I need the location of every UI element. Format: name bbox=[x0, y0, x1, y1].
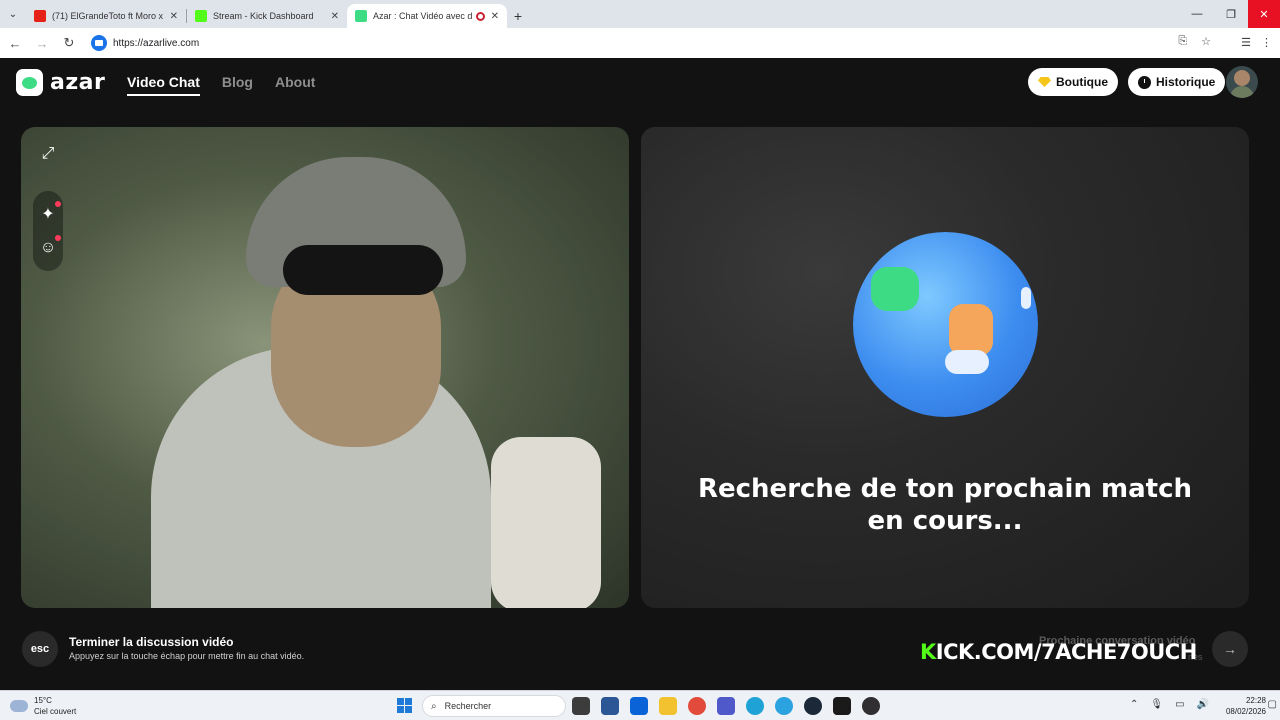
weather-widget[interactable]: 15°C Ciel couvert bbox=[10, 695, 76, 717]
azar-logo-icon bbox=[16, 69, 43, 96]
file-explorer-icon[interactable] bbox=[659, 697, 677, 715]
face-filter-icon[interactable]: ☺ bbox=[33, 233, 63, 263]
stream-overlay-text: KICK.COM/7ACHE7OUCH bbox=[920, 640, 1197, 664]
tab-youtube[interactable]: (71) ElGrandeToto ft Moro x Sk ✕ bbox=[26, 4, 186, 28]
kick-icon bbox=[195, 10, 207, 22]
close-tab-icon[interactable]: ✕ bbox=[170, 11, 178, 22]
nav-blog[interactable]: Blog bbox=[222, 74, 253, 96]
minimize-icon[interactable]: — bbox=[1180, 0, 1214, 28]
search-icon: ⌕ bbox=[431, 700, 437, 712]
browser-menu-icon[interactable]: ⋮ bbox=[1261, 36, 1272, 49]
tab-title: (71) ElGrandeToto ft Moro x Sk bbox=[52, 11, 164, 21]
azar-icon bbox=[355, 10, 367, 22]
clock-date: 08/02/2026 bbox=[1225, 707, 1266, 716]
close-tab-icon[interactable]: ✕ bbox=[331, 11, 339, 22]
site-info-icon[interactable] bbox=[91, 35, 107, 51]
telegram-icon[interactable] bbox=[775, 697, 793, 715]
temperature: 15°C bbox=[34, 696, 52, 705]
history-button[interactable]: Historique bbox=[1128, 68, 1226, 96]
address-bar: ← → ↻ https://azarlive.com ⎘ ☆ ☰ ⋮ bbox=[0, 28, 1280, 58]
windows-taskbar: 15°C Ciel couvert ⌕ Rechercher ⌃ 🎙 ▭ 🔊 2… bbox=[0, 690, 1280, 720]
reading-list-icon[interactable]: ☰ bbox=[1241, 36, 1251, 49]
taskbar-search[interactable]: ⌕ Rechercher bbox=[422, 695, 566, 717]
url-input[interactable]: https://azarlive.com ⎘ ☆ bbox=[87, 31, 1217, 55]
search-placeholder: Rechercher bbox=[444, 701, 492, 711]
effects-group: ✦ ☺ bbox=[33, 191, 63, 271]
webcam-microphone bbox=[491, 437, 601, 608]
weather-condition: Ciel couvert bbox=[34, 707, 77, 716]
tab-azar[interactable]: Azar : Chat Vidéo avec de n ✕ bbox=[347, 4, 507, 28]
notifications-icon[interactable]: ▢ bbox=[1268, 699, 1277, 710]
obs-icon[interactable] bbox=[862, 697, 880, 715]
taskbar-clock[interactable]: 22:28 08/02/2026 bbox=[1226, 695, 1266, 717]
azar-logo[interactable]: azar bbox=[16, 69, 105, 96]
browser-tab-strip: ⌄ (71) ElGrandeToto ft Moro x Sk ✕ Strea… bbox=[0, 0, 1280, 28]
tab-kick-dashboard[interactable]: Stream - Kick Dashboard ✕ bbox=[187, 4, 347, 28]
outlook-icon[interactable] bbox=[630, 697, 648, 715]
notification-dot bbox=[55, 235, 61, 241]
peer-video-panel: Recherche de ton prochain match en cours… bbox=[641, 127, 1249, 608]
clock-time: 22:28 bbox=[1245, 696, 1266, 705]
forward-arrow-icon[interactable]: → bbox=[30, 31, 54, 55]
microphone-icon[interactable]: 🎙 bbox=[1150, 699, 1163, 710]
user-avatar[interactable] bbox=[1226, 66, 1258, 98]
globe-icon bbox=[853, 232, 1038, 417]
taskbar-apps bbox=[572, 697, 880, 715]
kick-app-icon[interactable] bbox=[833, 697, 851, 715]
task-view-icon[interactable] bbox=[572, 697, 590, 715]
windows-start-icon[interactable] bbox=[397, 698, 412, 713]
esc-key-button[interactable]: esc bbox=[22, 631, 58, 667]
bookmark-star-icon[interactable]: ☆ bbox=[1201, 35, 1211, 48]
url-text: https://azarlive.com bbox=[113, 37, 200, 49]
notification-dot bbox=[55, 201, 61, 207]
webcam-person-sunglasses bbox=[283, 245, 443, 295]
logo-text: azar bbox=[50, 70, 106, 95]
restore-icon[interactable]: ❐ bbox=[1214, 0, 1248, 28]
tab-title: Stream - Kick Dashboard bbox=[213, 11, 314, 21]
system-tray: ⌃ 🎙 ▭ 🔊 bbox=[1130, 699, 1209, 710]
clock-icon bbox=[1138, 75, 1151, 89]
window-controls: — ❐ ✕ bbox=[1180, 0, 1280, 28]
gem-icon bbox=[1038, 77, 1051, 87]
new-tab-button[interactable]: + bbox=[507, 4, 529, 28]
next-chat-arrow-icon[interactable]: → bbox=[1212, 631, 1248, 667]
omnibox-actions: ⎘ ☆ bbox=[1178, 35, 1211, 48]
chevron-up-icon[interactable]: ⌃ bbox=[1130, 699, 1138, 710]
shop-button[interactable]: Boutique bbox=[1028, 68, 1118, 96]
end-chat-hint: Appuyez sur la touche échap pour mettre … bbox=[69, 651, 305, 661]
nav-video-chat[interactable]: Video Chat bbox=[127, 74, 200, 96]
network-icon[interactable]: ▭ bbox=[1175, 699, 1184, 710]
cloud-icon bbox=[10, 700, 28, 712]
end-chat-title: Terminer la discussion vidéo bbox=[69, 635, 234, 649]
close-window-icon[interactable]: ✕ bbox=[1248, 0, 1280, 28]
shop-label: Boutique bbox=[1056, 75, 1108, 89]
edge-icon[interactable] bbox=[746, 697, 764, 715]
steam-icon[interactable] bbox=[804, 697, 822, 715]
extensions-area: ☰ ⋮ bbox=[1241, 36, 1272, 49]
close-tab-icon[interactable]: ✕ bbox=[491, 11, 499, 22]
chrome-icon[interactable] bbox=[688, 697, 706, 715]
back-arrow-icon[interactable]: ← bbox=[3, 31, 27, 55]
teams-icon[interactable] bbox=[717, 697, 735, 715]
history-label: Historique bbox=[1156, 75, 1216, 89]
install-app-icon[interactable]: ⎘ bbox=[1178, 35, 1187, 48]
my-video-panel: ⤢ ✦ ☺ bbox=[21, 127, 629, 608]
magic-wand-icon[interactable]: ✦ bbox=[33, 199, 63, 229]
recording-icon bbox=[475, 11, 485, 21]
main-nav: Video Chat Blog About bbox=[127, 74, 315, 96]
tab-title: Azar : Chat Vidéo avec de n bbox=[373, 11, 472, 21]
searching-status-text: Recherche de ton prochain match en cours… bbox=[697, 474, 1192, 536]
azar-page: azar Video Chat Blog About Boutique Hist… bbox=[0, 58, 1280, 690]
youtube-icon bbox=[34, 10, 46, 22]
tab-search-chevron-icon[interactable]: ⌄ bbox=[0, 0, 26, 28]
store-icon[interactable] bbox=[601, 697, 619, 715]
expand-icon[interactable]: ⤢ bbox=[33, 139, 63, 169]
camera-controls: ⤢ ✦ ☺ bbox=[33, 139, 63, 271]
reload-icon[interactable]: ↻ bbox=[57, 31, 81, 55]
nav-about[interactable]: About bbox=[275, 74, 315, 96]
volume-icon[interactable]: 🔊 bbox=[1197, 699, 1209, 710]
